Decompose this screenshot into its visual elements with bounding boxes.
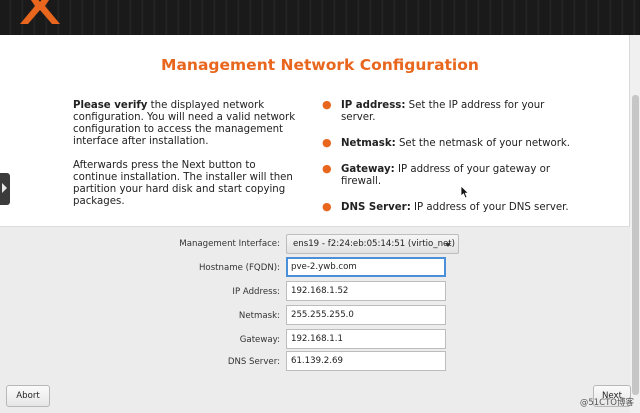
bullet-term: Gateway: <box>341 164 395 175</box>
help-bullets: ● IP address: Set the IP address for your… <box>322 98 582 214</box>
hostname-input[interactable]: pve-2.ywb.com <box>286 257 446 277</box>
side-panel-toggle[interactable] <box>0 173 10 205</box>
interface-label: Management Interface: <box>179 239 280 249</box>
mouse-cursor-icon <box>461 186 470 199</box>
chevron-right-icon <box>2 183 7 193</box>
bullet-desc: Set the netmask of your network. <box>395 138 571 149</box>
verify-paragraph: Please verify the displayed network conf… <box>73 100 303 148</box>
bullet-gateway: ● Gateway: IP address of your gateway or … <box>322 162 582 188</box>
scrollbar[interactable] <box>629 35 640 413</box>
watermark: @51CTO博客 <box>579 398 634 408</box>
abort-button[interactable]: Abort <box>6 385 50 407</box>
ip-address-input[interactable]: 192.168.1.52 <box>286 281 446 301</box>
proxmox-logo-icon <box>20 0 60 24</box>
verify-bold: Please verify <box>73 100 148 111</box>
scrollbar-thumb[interactable] <box>632 95 639 395</box>
bullet-dot-icon: ● <box>322 136 332 149</box>
netmask-input[interactable]: 255.255.255.0 <box>286 305 446 325</box>
interface-select-value: ens19 - f2:24:eb:05:14:51 (virtio_net) <box>293 239 456 249</box>
chevron-down-icon <box>445 243 451 247</box>
ip-address-label: IP Address: <box>232 287 280 297</box>
bullet-term: DNS Server: <box>341 202 411 213</box>
bullet-ip: ● IP address: Set the IP address for your… <box>322 98 582 124</box>
gateway-input[interactable]: 192.168.1.1 <box>286 329 446 349</box>
netmask-label: Netmask: <box>238 311 280 321</box>
page-title: Management Network Configuration <box>161 56 479 74</box>
header-banner <box>0 0 640 35</box>
bullet-dot-icon: ● <box>322 98 332 111</box>
gateway-label: Gateway: <box>239 335 280 345</box>
bullet-desc: IP address of your DNS server. <box>410 202 569 213</box>
bullet-netmask: ● Netmask: Set the netmask of your networ… <box>322 136 582 150</box>
afterwards-paragraph: Afterwards press the Next button to cont… <box>73 160 293 207</box>
bullet-dns: ● DNS Server: IP address of your DNS serv… <box>322 200 582 214</box>
button-bar <box>0 386 630 413</box>
hostname-label: Hostname (FQDN): <box>198 263 280 273</box>
bullet-term: IP address: <box>341 100 406 111</box>
dns-server-input[interactable]: 61.139.2.69 <box>286 351 446 371</box>
interface-select[interactable]: ens19 - f2:24:eb:05:14:51 (virtio_net) <box>286 234 459 254</box>
dns-server-label: DNS Server: <box>227 357 280 367</box>
bullet-term: Netmask: <box>341 138 396 149</box>
bullet-dot-icon: ● <box>322 200 332 213</box>
intro-text: Please verify the displayed network conf… <box>73 100 303 220</box>
bullet-dot-icon: ● <box>322 162 332 175</box>
